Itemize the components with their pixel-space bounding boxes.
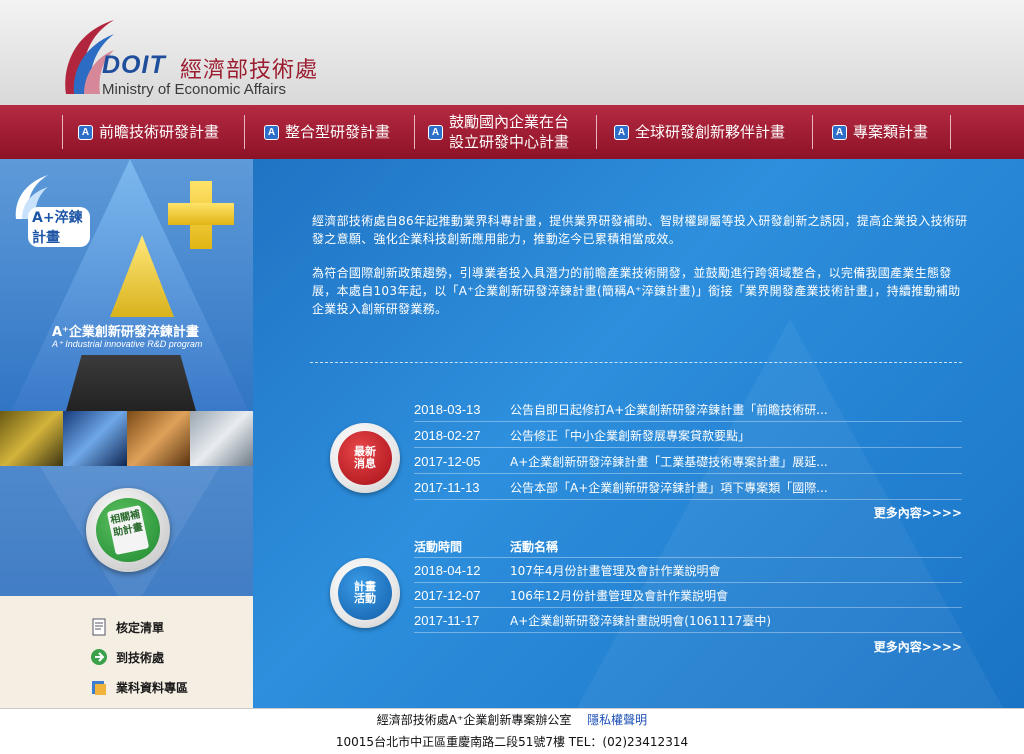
folder-icon: [90, 678, 108, 696]
related-subsidy-button[interactable]: 相關補助計畫: [86, 488, 170, 572]
nav-separator: [414, 115, 415, 149]
news-date: 2017-11-13: [414, 480, 480, 495]
nav-separator: [62, 115, 63, 149]
event-title: 106年12月份計畫管理及會計作業說明會: [510, 589, 729, 603]
menu-approved-list[interactable]: 核定清單: [90, 614, 164, 640]
nav-item-frontier-tech[interactable]: A 前瞻技術研發計畫: [78, 105, 219, 159]
a-plus-icon: A: [614, 124, 629, 140]
doit-logo[interactable]: DOIT 經濟部技術處 Ministry of Economic Affairs: [56, 14, 336, 100]
nav-item-rd-center[interactable]: A 鼓勵國內企業在台 設立研發中心計畫: [428, 105, 569, 159]
a-plus-icon: A: [832, 124, 847, 140]
menu-label: 核定清單: [116, 620, 165, 635]
logo-doit-text: DOIT: [102, 51, 166, 79]
news-row[interactable]: 2017-11-13 公告本部「A+企業創新研發淬鍊計畫」項下專案類「國際...: [414, 476, 962, 500]
arrow-right-icon: [90, 648, 108, 666]
nav-label: 前瞻技術研發計畫: [99, 123, 220, 141]
news-date: 2018-02-27: [414, 428, 481, 443]
banner-dark-band: [66, 355, 196, 411]
intro-paragraph-2: 為符合國際創新政策趨勢，引導業者投入具潛力的前瞻產業技術開發，並鼓勵進行跨領域整…: [312, 266, 961, 316]
news-icon-button[interactable]: 最新消息: [330, 423, 400, 493]
events-icon-label: 計畫活動: [354, 580, 376, 605]
main-nav: A 前瞻技術研發計畫 A 整合型研發計畫 A 鼓勵國內企業在台 設立研發中心計畫…: [0, 105, 1024, 159]
event-row[interactable]: 2018-04-12 107年4月份計畫管理及會計作業說明會: [414, 559, 962, 583]
program-subtitle: A⁺ Industrial innovative R&D program: [52, 339, 203, 349]
nav-separator: [244, 115, 245, 149]
a-plus-program-logo[interactable]: A+淬鍊計畫: [6, 173, 90, 247]
menu-data-zone[interactable]: 業科資料專區: [90, 674, 188, 700]
document-list-icon: [90, 618, 108, 636]
event-row[interactable]: 2017-12-07 106年12月份計畫管理及會計作業說明會: [414, 584, 962, 608]
news-icon-label: 最新消息: [354, 445, 376, 470]
photo-industrial-1: [0, 411, 64, 466]
nav-separator: [812, 115, 813, 149]
logo-english-text: Ministry of Economic Affairs: [102, 81, 286, 98]
site-header: DOIT 經濟部技術處 Ministry of Economic Affairs: [0, 0, 1024, 105]
program-title: A⁺企業創新研發淬鍊計畫: [52, 325, 199, 340]
photo-strip: [0, 411, 253, 466]
nav-label-line2: 設立研發中心計畫: [449, 133, 570, 151]
news-date: 2017-12-05: [414, 454, 481, 469]
a-plus-icon: A: [264, 124, 279, 140]
news-more-link[interactable]: 更多內容>>>>: [874, 504, 962, 521]
nav-label-two-line: 鼓勵國內企業在台 設立研發中心計畫: [449, 112, 569, 152]
event-title: 107年4月份計畫管理及會計作業說明會: [510, 564, 721, 578]
news-row[interactable]: 2018-02-27 公告修正「中小企業創新發展專案貸款要點」: [414, 424, 962, 448]
photo-industrial-2: [63, 411, 127, 466]
privacy-link[interactable]: 隱私權聲明: [587, 713, 647, 727]
related-subsidy-label: 相關補助計畫: [106, 504, 150, 556]
related-subsidy-icon: 相關補助計畫: [96, 498, 160, 562]
menu-label: 業科資料專區: [116, 680, 189, 695]
photo-industrial-4: [189, 411, 253, 466]
news-title: 公告修正「中小企業創新發展專案貸款要點」: [510, 429, 751, 443]
event-date: 2018-04-12: [414, 563, 481, 578]
news-row[interactable]: 2017-12-05 A+企業創新研發淬鍊計畫「工業基礎技術專案計畫」展延...: [414, 450, 962, 474]
section-divider: [310, 362, 962, 363]
nav-label: 全球研發創新夥伴計畫: [635, 123, 786, 141]
monitor-events-icon: 計畫活動: [338, 566, 392, 620]
news-title: 公告本部「A+企業創新研發淬鍊計畫」項下專案類「國際...: [510, 481, 828, 495]
event-date: 2017-12-07: [414, 588, 481, 603]
events-head-name: 活動名稱: [510, 540, 559, 554]
intro-text: 經濟部技術處自86年起推動業界科專計畫，提供業界研發補助、智財權歸屬等投入研發創…: [312, 212, 972, 334]
nav-separator: [596, 115, 597, 149]
site-footer: 經濟部技術處A⁺企業創新專案辦公室 隱私權聲明 10015台北市中正區重慶南路二…: [0, 708, 1024, 754]
intro-paragraph-1: 經濟部技術處自86年起推動業界科專計畫，提供業界研發補助、智財權歸屬等投入研發創…: [312, 214, 968, 246]
footer-office: 經濟部技術處A⁺企業創新專案辦公室: [376, 713, 572, 727]
nav-item-special-projects[interactable]: A 專案類計畫: [832, 105, 928, 159]
news-row[interactable]: 2018-03-13 公告自即日起修訂A+企業創新研發淬鍊計畫「前瞻技術研...: [414, 398, 962, 422]
event-row[interactable]: 2017-11-17 A+企業創新研發淬鍊計畫說明會(1061117臺中): [414, 609, 962, 633]
a-plus-icon: A: [428, 124, 443, 140]
event-title: A+企業創新研發淬鍊計畫說明會(1061117臺中): [510, 614, 772, 628]
nav-separator: [950, 115, 951, 149]
logo-chinese-text: 經濟部技術處: [180, 58, 319, 83]
nav-item-global-partner[interactable]: A 全球研發創新夥伴計畫: [614, 105, 785, 159]
photo-industrial-3: [126, 411, 190, 466]
events-more-link[interactable]: 更多內容>>>>: [874, 638, 962, 655]
footer-line-1: 經濟部技術處A⁺企業創新專案辦公室 隱私權聲明: [0, 711, 1024, 728]
nav-item-integrated[interactable]: A 整合型研發計畫: [264, 105, 390, 159]
events-icon-button[interactable]: 計畫活動: [330, 558, 400, 628]
a-plus-icon: A: [78, 124, 93, 140]
left-menu: 核定清單 到技術處 業科資料專區: [0, 596, 253, 708]
news-title: 公告自即日起修訂A+企業創新研發淬鍊計畫「前瞻技術研...: [510, 403, 828, 417]
magnifier-news-icon: 最新消息: [338, 431, 392, 485]
menu-label: 到技術處: [116, 650, 165, 665]
news-title: A+企業創新研發淬鍊計畫「工業基礎技術專案計畫」展延...: [510, 455, 828, 469]
event-date: 2017-11-17: [414, 613, 480, 628]
nav-label: 整合型研發計畫: [285, 123, 391, 141]
footer-address: 10015台北市中正區重慶南路二段51號7樓 TEL：(02)23412314: [335, 735, 689, 749]
menu-go-to-doit[interactable]: 到技術處: [90, 644, 164, 670]
nav-label: 專案類計畫: [853, 123, 929, 141]
events-table-header: 活動時間 活動名稱: [414, 536, 962, 558]
yellow-plus-icon-bar: [168, 203, 234, 225]
nav-label-line1: 鼓勵國內企業在台: [449, 113, 570, 131]
a-plus-badge-text: A+淬鍊計畫: [28, 207, 90, 247]
events-head-time: 活動時間: [414, 540, 463, 554]
news-date: 2018-03-13: [414, 402, 481, 417]
